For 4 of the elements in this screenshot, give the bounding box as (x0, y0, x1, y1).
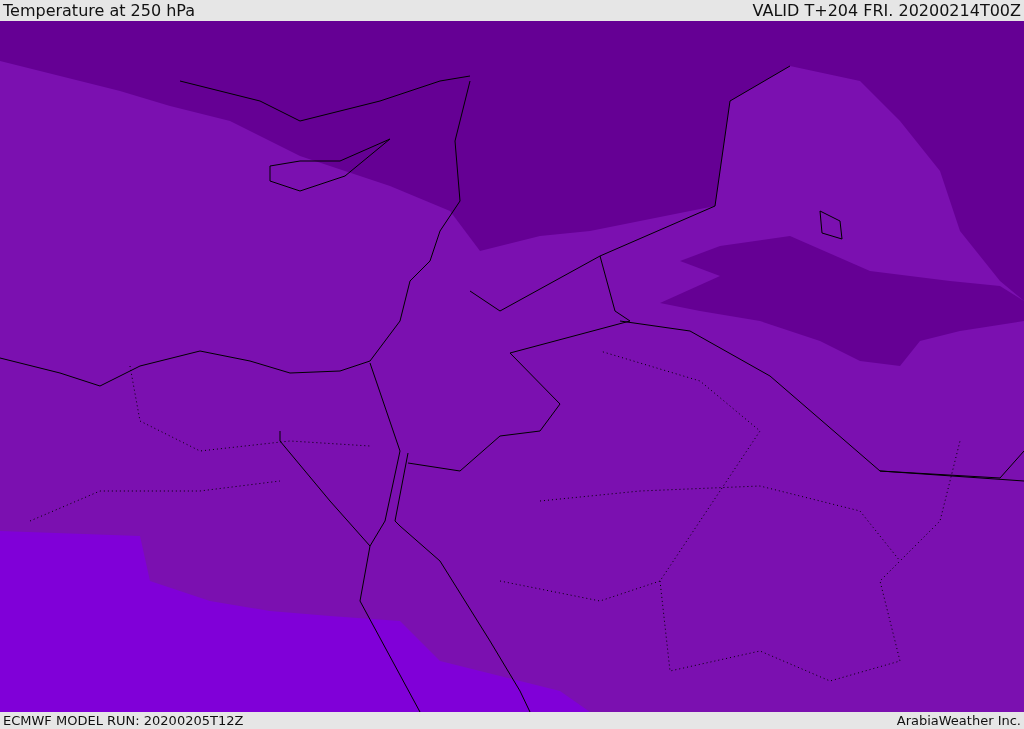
model-run: ECMWF MODEL RUN: 20200205T12Z (3, 714, 244, 727)
valid-time: VALID T+204 FRI. 20200214T00Z (752, 2, 1021, 19)
map-title: Temperature at 250 hPa (3, 2, 196, 19)
credit: ArabiaWeather Inc. (896, 714, 1021, 727)
